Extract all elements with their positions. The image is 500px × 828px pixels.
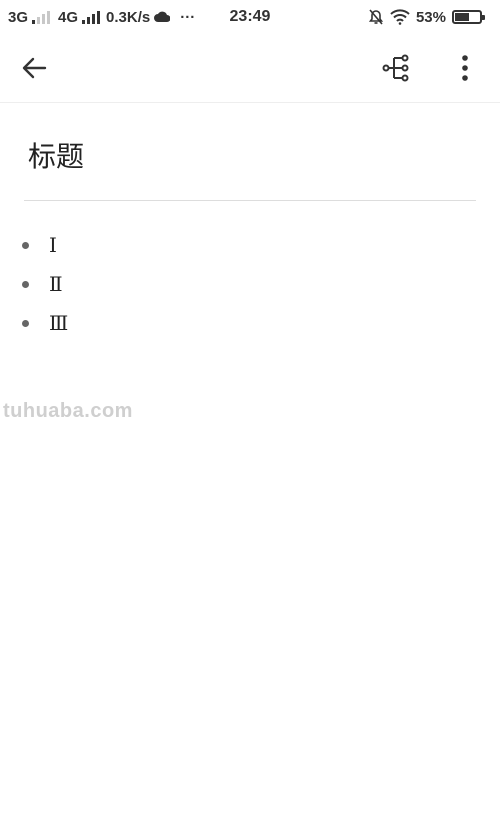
status-bar: 3G 4G 0.3K/s ··· 23:49 53% bbox=[0, 0, 500, 34]
title-divider bbox=[24, 200, 476, 201]
bullet-icon bbox=[22, 281, 29, 288]
more-options-button[interactable] bbox=[445, 48, 485, 88]
bullet-list: Ⅰ Ⅱ Ⅲ bbox=[22, 225, 68, 342]
back-button[interactable] bbox=[14, 48, 54, 88]
list-item[interactable]: Ⅰ bbox=[22, 225, 68, 264]
tree-structure-icon bbox=[382, 54, 409, 82]
watermark: tuhuaba.com bbox=[3, 400, 133, 422]
battery-fill bbox=[455, 13, 469, 21]
more-vertical-icon bbox=[462, 55, 468, 81]
screen: 3G 4G 0.3K/s ··· 23:49 53% 标题 Ⅰ Ⅱ Ⅲ tuhu… bbox=[0, 0, 500, 828]
list-item[interactable]: Ⅱ bbox=[22, 264, 68, 303]
list-item-label: Ⅱ bbox=[49, 271, 63, 296]
list-item[interactable]: Ⅲ bbox=[22, 303, 68, 342]
battery-icon bbox=[452, 10, 485, 24]
bell-off-icon bbox=[368, 9, 384, 25]
list-item-label: Ⅰ bbox=[49, 232, 57, 257]
bullet-icon bbox=[22, 242, 29, 249]
wifi-icon bbox=[390, 9, 410, 25]
document-title[interactable]: 标题 bbox=[28, 135, 84, 175]
list-item-label: Ⅲ bbox=[49, 310, 69, 335]
app-bar bbox=[0, 34, 500, 103]
mindmap-button[interactable] bbox=[376, 48, 416, 88]
bullet-icon bbox=[22, 320, 29, 327]
status-right: 53% bbox=[368, 0, 492, 34]
battery-percent: 53% bbox=[415, 8, 446, 26]
arrow-left-icon bbox=[22, 57, 47, 79]
